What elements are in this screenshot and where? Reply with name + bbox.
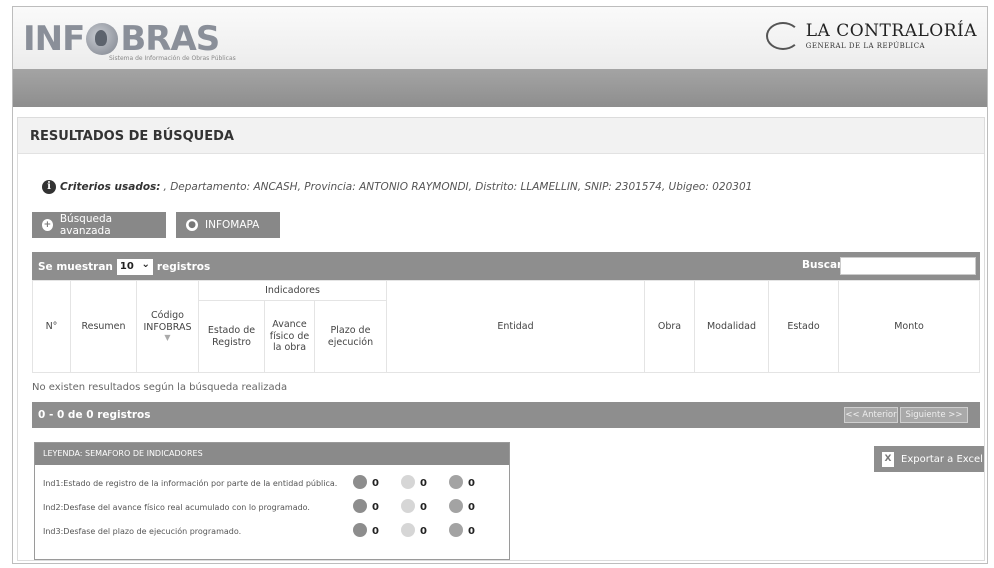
infobras-logo[interactable]: INF BRAS	[23, 19, 220, 59]
site-header: INF BRAS Sistema de Información de Obras…	[13, 7, 987, 69]
table-toolbar: Se muestran 10 registros Buscar:	[32, 252, 980, 280]
org-subtitle: GENERAL DE LA REPÚBLICA	[805, 42, 926, 50]
col-obra[interactable]: Obra	[644, 280, 695, 373]
info-icon: i	[42, 180, 56, 194]
legend-count: 0	[372, 478, 379, 489]
legend-count: 0	[468, 526, 475, 537]
app-frame: INF BRAS Sistema de Información de Obras…	[12, 6, 988, 564]
legend-count: 0	[420, 502, 427, 513]
legend-row-ind1: Ind1:Estado de registro de la informació…	[43, 479, 338, 488]
status-dot-icon	[449, 499, 463, 513]
status-dot-icon	[353, 499, 367, 513]
panel-header: RESULTADOS DE BÚSQUEDA	[18, 118, 984, 154]
status-dot-icon	[401, 523, 415, 537]
zoom-in-icon: +	[42, 219, 53, 231]
legend-row-ind3: Ind3:Desfase del plazo de ejecución prog…	[43, 527, 242, 536]
export-excel-label: Exportar a Excel	[901, 453, 983, 465]
col-plazo[interactable]: Plazo de ejecución	[314, 300, 387, 373]
contraloria-logo[interactable]: LA CONTRALORÍA GENERAL DE LA REPÚBLICA	[765, 21, 977, 50]
records-info: 0 - 0 de 0 registros	[38, 409, 151, 421]
advanced-search-label: Búsqueda avanzada	[59, 213, 113, 237]
empty-results-message: No existen resultados según la búsqueda …	[32, 382, 288, 393]
status-dot-icon	[401, 499, 415, 513]
logo-text-right: BRAS	[120, 19, 220, 59]
legend-count: 0	[468, 478, 475, 489]
excel-file-icon: X	[882, 451, 894, 467]
col-group-indicadores: Indicadores	[198, 280, 387, 301]
status-dot-icon	[449, 523, 463, 537]
infomapa-button[interactable]: ● INFOMAPA	[176, 212, 280, 238]
show-suffix: registros	[156, 261, 211, 273]
col-estado-registro[interactable]: Estado de Registro	[198, 300, 265, 373]
page-title: RESULTADOS DE BÚSQUEDA	[30, 129, 234, 144]
org-title: LA CONTRALORÍA	[805, 21, 977, 41]
legend-row-ind2: Ind2:Desfase del avance físico real acum…	[43, 503, 310, 512]
results-table: N° Resumen Código INFOBRAS ▼ Indicadores…	[32, 280, 980, 373]
status-dot-icon	[353, 475, 367, 489]
col-entidad[interactable]: Entidad	[386, 280, 645, 373]
col-monto[interactable]: Monto	[838, 280, 980, 373]
criteria-label: Criterios usados:	[60, 181, 161, 193]
col-modalidad[interactable]: Modalidad	[694, 280, 769, 373]
globe-icon	[86, 23, 119, 55]
next-page-button[interactable]: Siguiente >>	[900, 407, 968, 423]
contraloria-emblem-icon	[765, 21, 800, 50]
status-dot-icon	[449, 475, 463, 489]
status-dot-icon	[401, 475, 415, 489]
page-size-select[interactable]: 10	[116, 257, 153, 275]
show-prefix: Se muestran	[38, 261, 113, 273]
sort-arrow-icon: ▼	[164, 333, 171, 343]
criteria-text: , Departamento: ANCASH, Provincia: ANTON…	[163, 181, 753, 193]
indicator-legend: LEYENDA: SEMAFORO DE INDICADORES Ind1:Es…	[34, 442, 510, 560]
map-pin-icon: ●	[186, 219, 198, 231]
col-estado[interactable]: Estado	[768, 280, 839, 373]
legend-count: 0	[372, 526, 379, 537]
legend-count: 0	[420, 526, 427, 537]
prev-page-button[interactable]: << Anterior	[844, 407, 898, 423]
status-dot-icon	[353, 523, 367, 537]
infomapa-label: INFOMAPA	[205, 219, 260, 231]
col-codigo[interactable]: Código INFOBRAS ▼	[136, 280, 199, 373]
search-criteria: i Criterios usados: , Departamento: ANCA…	[42, 180, 752, 194]
search-input[interactable]	[840, 257, 976, 275]
legend-count: 0	[420, 478, 427, 489]
table-footer: 0 - 0 de 0 registros << Anterior Siguien…	[32, 402, 980, 428]
logo-subtitle: Sistema de Información de Obras Públicas	[109, 55, 236, 62]
legend-count: 0	[372, 502, 379, 513]
col-resumen[interactable]: Resumen	[70, 280, 137, 373]
legend-count: 0	[468, 502, 475, 513]
results-panel: RESULTADOS DE BÚSQUEDA i Criterios usado…	[17, 117, 985, 561]
col-avance[interactable]: Avance físico de la obra	[264, 300, 315, 373]
advanced-search-button[interactable]: + Búsqueda avanzada	[32, 212, 166, 238]
nav-bar	[13, 69, 987, 107]
col-codigo-label: Código INFOBRAS	[143, 309, 192, 333]
export-excel-button[interactable]: X Exportar a Excel	[874, 446, 984, 472]
page-size-control: Se muestran 10 registros	[38, 257, 211, 275]
col-num[interactable]: N°	[32, 280, 71, 373]
legend-title: LEYENDA: SEMAFORO DE INDICADORES	[35, 443, 509, 465]
logo-text-left: INF	[23, 19, 85, 59]
